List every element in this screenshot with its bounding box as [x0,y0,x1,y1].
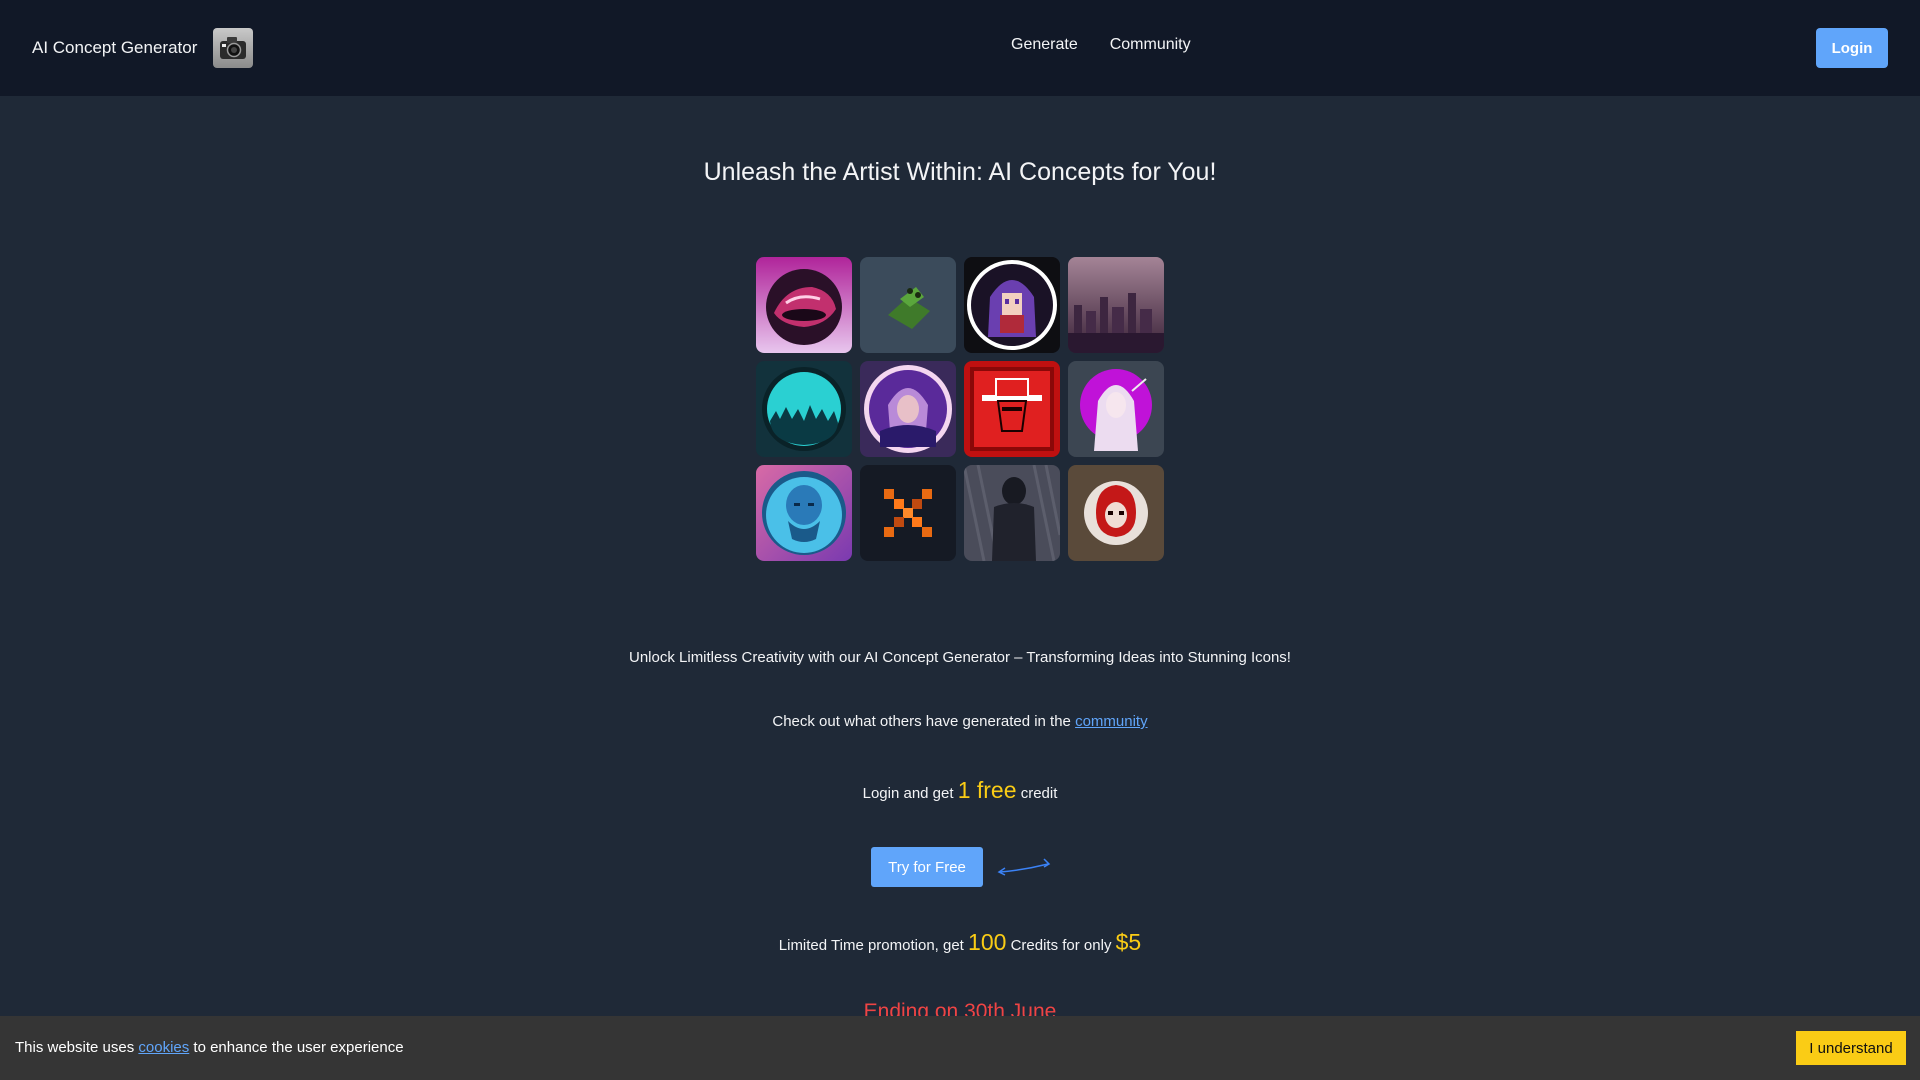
promo-middle: Credits for only [1006,937,1116,954]
cookie-banner: This website uses cookies to enhance the… [0,1016,1920,1080]
tagline: Unlock Limitless Creativity with our AI … [629,649,1291,666]
nav-community-link[interactable]: Community [1110,36,1191,54]
community-line: Check out what others have generated in … [0,713,1920,730]
promo-price: $5 [1115,929,1142,955]
cookie-suffix: to enhance the user experience [189,1039,404,1056]
free-amount: 1 free [957,777,1017,803]
community-link[interactable]: community [1075,713,1148,730]
pixel-x-icon [860,465,956,561]
login-suffix: credit [1016,785,1058,802]
try-for-free-button[interactable]: Try for Free [871,847,983,887]
page-title: Unleash the Artist Within: AI Concepts f… [703,158,1217,186]
red-hood-icon [1068,465,1164,561]
red-hat-icon [964,361,1060,457]
app-title[interactable]: AI Concept Generator [32,38,197,58]
blue-man-icon [756,465,852,561]
camera-icon[interactable] [213,28,254,68]
cookie-accept-button[interactable]: I understand [1796,1031,1906,1065]
purple-girl-icon [860,361,956,457]
brand[interactable]: AI Concept Generator [32,27,254,69]
promo-prefix: Limited Time promotion, get [778,937,969,954]
car-icon [756,257,852,353]
top-navbar: AI Concept Generator Generate Community … [0,0,1920,96]
anime-girl-icon [964,257,1060,353]
login-prefix: Login and get [862,785,958,802]
cookies-link[interactable]: cookies [138,1039,189,1056]
login-button[interactable]: Login [1816,28,1888,68]
community-prefix: Check out what others have generated in … [772,713,1076,730]
dark-figure-icon [964,465,1060,561]
cookie-prefix: This website uses [15,1039,139,1056]
nav-generate-link[interactable]: Generate [1011,36,1078,54]
main-nav: Generate Community [1011,36,1191,54]
white-hair-girl-icon [1068,361,1164,457]
cookie-text: This website uses cookies to enhance the… [15,1039,404,1056]
promo-credits: 100 [968,929,1007,955]
free-credit-line: Login and get 1 free credit [0,777,1920,804]
teal-forest-icon [756,361,852,457]
city-skyline-icon [1068,257,1164,353]
icon-gallery [756,257,1164,561]
promo-line: Limited Time promotion, get 100 Credits … [0,929,1920,956]
frog-icon [860,257,956,353]
arrow-icon [997,858,1051,876]
